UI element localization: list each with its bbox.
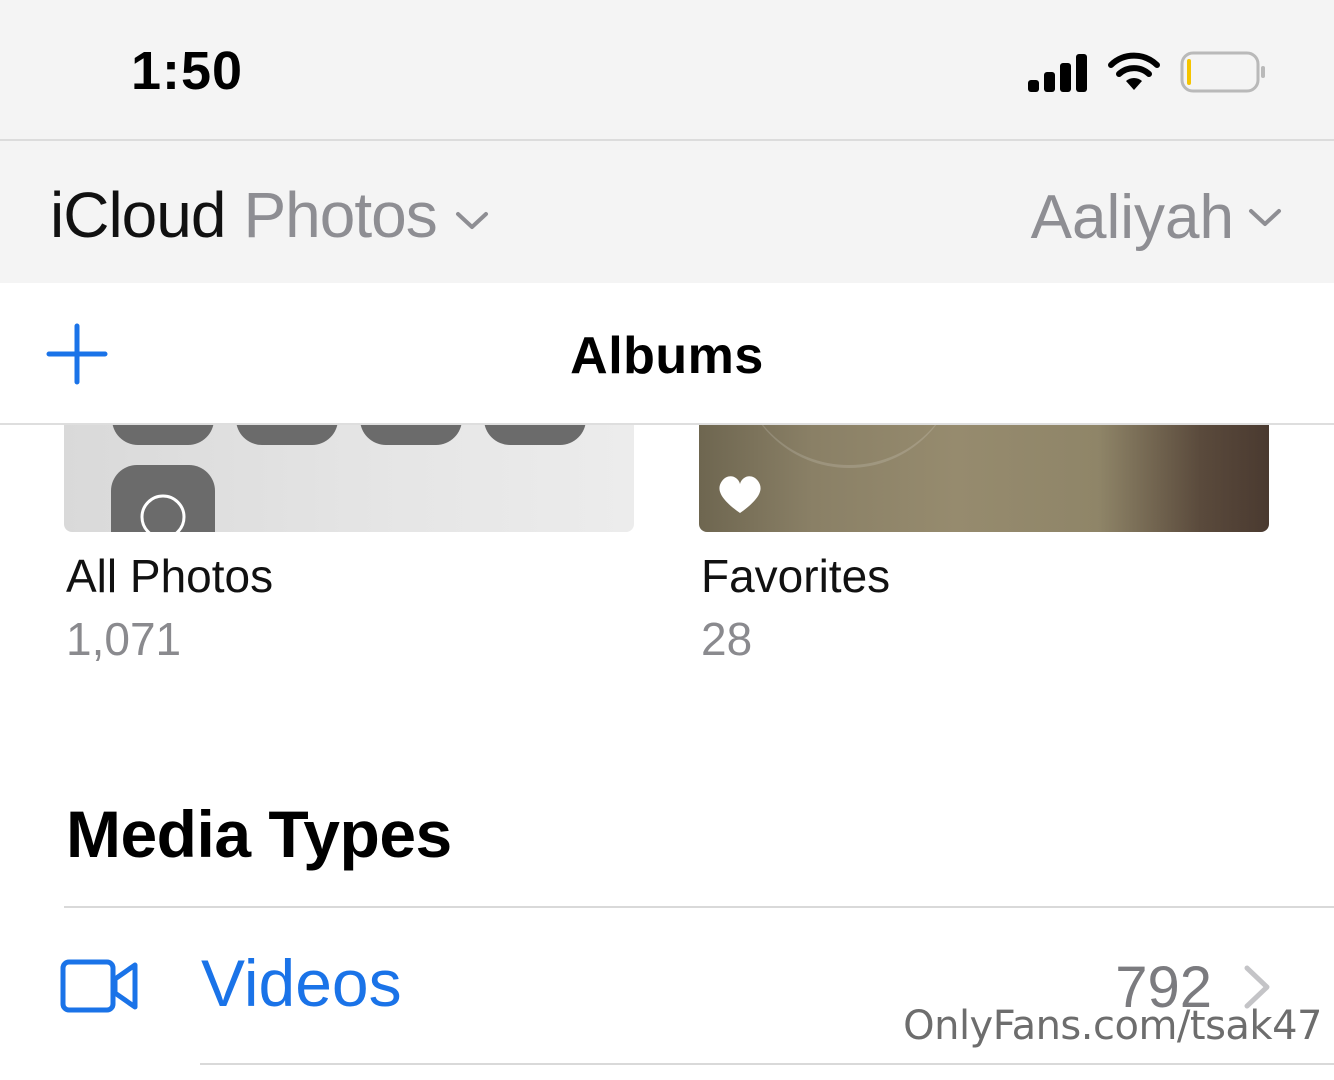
chevron-down-icon — [455, 212, 488, 229]
heart-icon — [719, 476, 761, 513]
watermark: OnlyFans.com/tsak47 — [903, 1003, 1322, 1049]
section-title: Media Types — [66, 797, 452, 871]
signal-icon — [1028, 54, 1087, 92]
album-thumbnail-favorites[interactable] — [699, 425, 1269, 532]
divider — [200, 1063, 1334, 1065]
circle-icon — [140, 494, 186, 532]
account-name: Aaliyah — [1030, 183, 1234, 252]
chevron-down-icon — [1249, 209, 1281, 226]
album-name[interactable]: Favorites — [701, 549, 890, 603]
video-camera-icon — [60, 959, 138, 1013]
status-time: 1:50 — [131, 41, 244, 101]
brand-icloud: iCloud — [50, 179, 226, 251]
account-menu[interactable]: Aaliyah — [1031, 182, 1282, 253]
media-type-label[interactable]: Videos — [201, 945, 402, 1021]
app-switcher[interactable]: iCloud Photos — [50, 178, 489, 252]
album-name[interactable]: All Photos — [66, 549, 273, 603]
battery-icon — [1180, 51, 1265, 93]
album-thumbnail-all-photos[interactable] — [64, 425, 634, 532]
wifi-icon — [1108, 52, 1160, 90]
brand-photos: Photos — [243, 179, 437, 251]
album-count: 1,071 — [66, 613, 182, 665]
album-count: 28 — [701, 613, 753, 665]
page-title: Albums — [570, 327, 764, 385]
